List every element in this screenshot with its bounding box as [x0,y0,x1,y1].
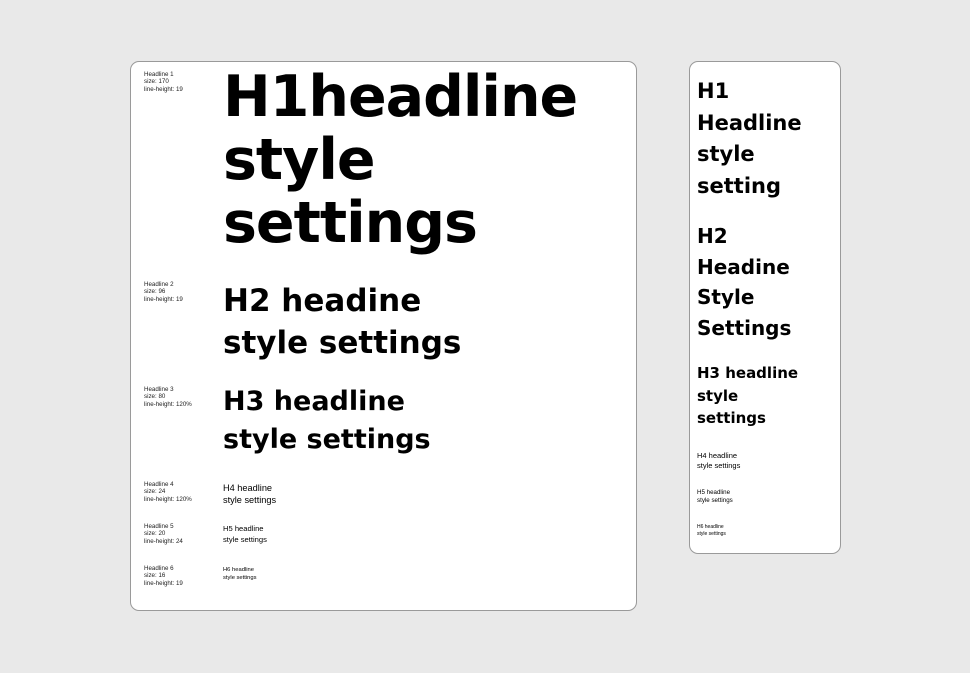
sample-line: H3 headline [697,364,799,382]
sample-line: H5 headline [697,489,731,496]
sample-line: Headline [697,110,802,135]
spec-line-height: line-height: 19 [144,85,183,93]
spec-name: Headline 5 [144,523,174,530]
spec-size: size: 16 [144,572,166,580]
spec-name: Headline 6 [144,565,174,572]
spec-name: Headline 2 [144,281,174,288]
h4-sample: H4 headline style settings [223,482,276,506]
h4-sample: H4 headline style settings [697,451,740,471]
h3-sample: H3 headline style settings [223,383,431,459]
h6-sample: H6 headline style settings [697,524,726,537]
sample-line: H2 [697,224,728,248]
spec-size: size: 20 [144,530,166,538]
sample-line: settings [697,409,766,427]
sample-line: style settings [223,534,267,544]
sample-line: H5 headline [223,524,264,533]
spec-name: Headline 1 [144,71,174,78]
sample-line: style settings [223,424,431,455]
headline-4-spec: Headline 4 size: 24 line-height: 120% [144,481,192,503]
spec-line-height: line-height: 19 [144,295,183,303]
h2-sample: H2 headine style settings [223,280,461,364]
h1-sample: H1headline style settings [223,64,578,256]
h5-sample: H5 headline style settings [697,489,733,505]
spec-size: size: 24 [144,488,166,496]
headline-3-spec: Headline 3 size: 80 line-height: 120% [144,386,192,408]
sample-line: H4 headline [697,451,738,460]
sample-line: H6 headline [223,567,254,573]
spec-line-height: line-height: 120% [144,495,192,503]
sample-line: style settings [223,574,257,581]
sample-line: H2 headine [223,283,422,319]
headline-2-spec: Headline 2 size: 96 line-height: 19 [144,281,183,303]
sample-line: H3 headline [223,386,405,417]
spec-size: size: 170 [144,78,169,86]
spec-size: size: 80 [144,393,166,401]
desktop-typography-card: Headline 1 size: 170 line-height: 19 H1h… [130,61,637,611]
sample-line: H1headline [223,64,578,130]
headline-1-spec: Headline 1 size: 170 line-height: 19 [144,71,183,93]
sample-line: style settings [223,495,277,505]
sample-line: H6 headline [697,524,724,530]
spec-line-height: line-height: 19 [144,579,183,587]
h3-sample: H3 headline style settings [697,362,798,430]
h6-sample: H6 headline style settings [223,567,257,582]
sample-line: H4 headline [223,483,273,493]
sample-line: style settings [223,325,462,361]
spec-line-height: line-height: 24 [144,537,183,545]
sample-line: Headine [697,254,790,279]
sample-line: style [697,386,739,405]
spec-name: Headline 3 [144,386,174,393]
sample-line: style settings [697,497,733,504]
sample-line: setting [697,173,781,198]
sample-line: style settings [697,460,741,470]
spec-name: Headline 4 [144,481,174,488]
sample-line: Style [697,285,755,309]
sample-line: settings [223,190,478,256]
sample-line: H1 [697,79,730,103]
headline-5-spec: Headline 5 size: 20 line-height: 24 [144,523,183,545]
sample-line: Settings [697,315,792,340]
h2-sample: H2 Headine Style Settings [697,221,791,343]
sample-line: style [697,142,755,166]
mobile-typography-card: H1 Headline style setting H2 Headine Sty… [689,61,841,554]
headline-6-spec: Headline 6 size: 16 line-height: 19 [144,565,183,587]
spec-size: size: 96 [144,288,166,296]
h5-sample: H5 headline style settings [223,524,267,545]
h1-sample: H1 Headline style setting [697,76,802,202]
sample-line: style [223,127,376,193]
spec-line-height: line-height: 120% [144,400,192,408]
sample-line: style settings [697,530,726,537]
